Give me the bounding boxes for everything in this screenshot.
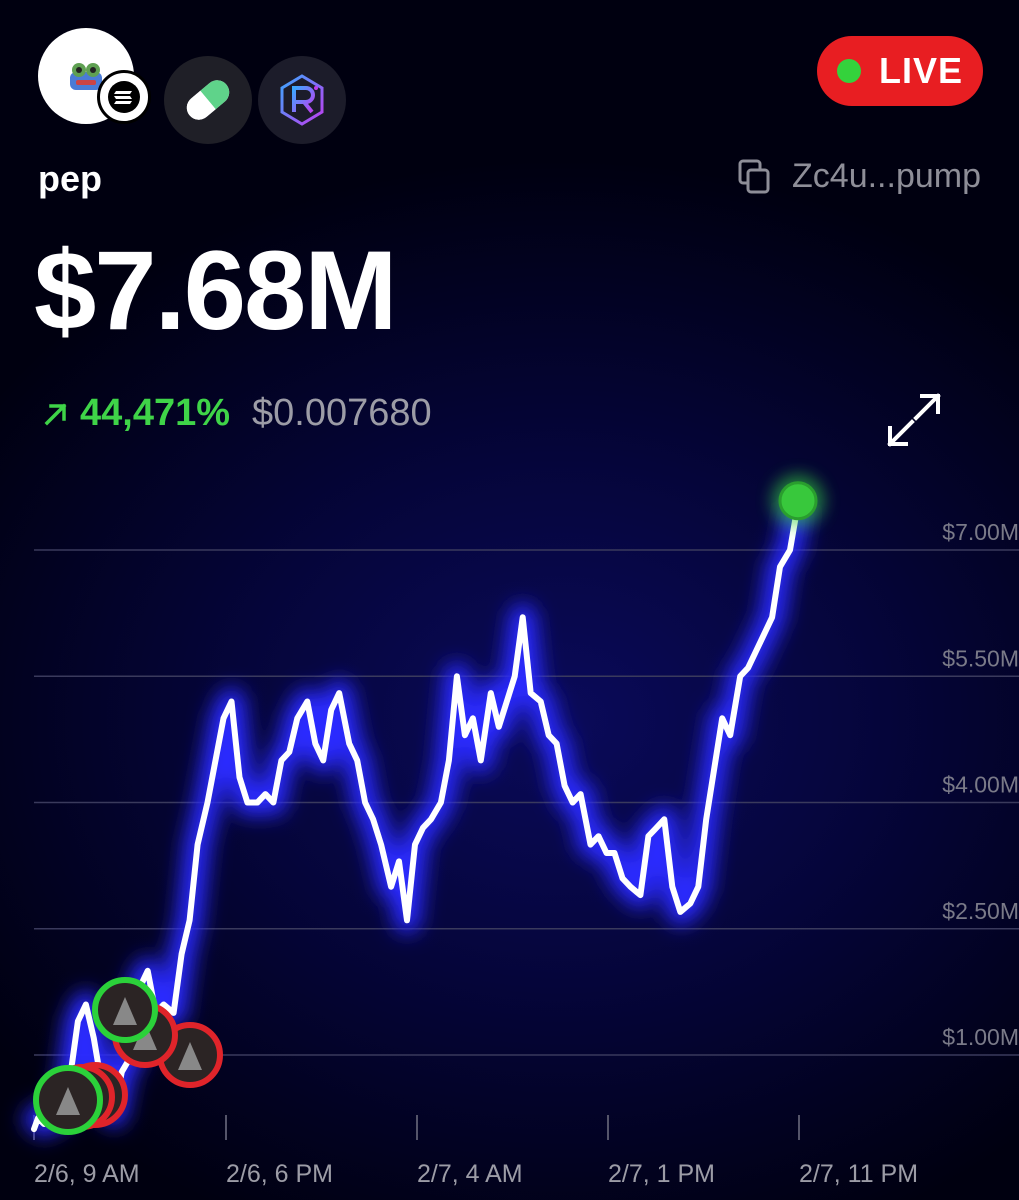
x-tick-label: 2/7, 4 AM (417, 1160, 523, 1188)
x-tick-label: 2/6, 9 AM (34, 1160, 140, 1188)
current-point-marker[interactable] (778, 481, 818, 521)
y-tick-label: $4.00M (942, 772, 1019, 798)
x-tick-label: 2/6, 6 PM (226, 1160, 333, 1188)
y-tick-label: $7.00M (942, 519, 1019, 545)
y-tick-label: $1.00M (942, 1024, 1019, 1050)
x-tick-label: 2/7, 11 PM (799, 1160, 918, 1188)
market-cap-chart[interactable]: $7.00M $5.50M $4.00M $2.50M $1.00M 2/6, 9 AM… (0, 0, 1019, 1200)
trade-marker[interactable] (92, 977, 158, 1043)
x-tick-label: 2/7, 1 PM (608, 1160, 715, 1188)
trade-marker[interactable] (33, 1065, 103, 1135)
y-tick-label: $5.50M (942, 645, 1019, 671)
y-tick-label: $2.50M (942, 898, 1019, 924)
